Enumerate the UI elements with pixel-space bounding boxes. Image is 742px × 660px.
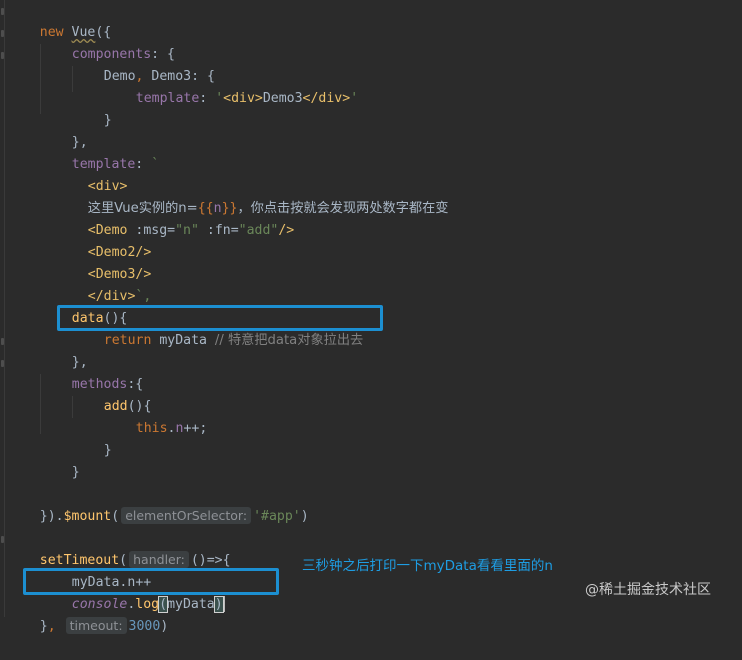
code-line: }, timeout: 3000) bbox=[8, 594, 168, 634]
highlight-box-console-log bbox=[23, 568, 279, 595]
code-line: <Demo3/> bbox=[56, 242, 152, 282]
html-tag: /> bbox=[278, 223, 295, 238]
punctuation: } bbox=[103, 113, 112, 128]
arrow-function: ()=>{ bbox=[190, 553, 231, 568]
code-line: }).$mount(elementOrSelector: '#app') bbox=[8, 484, 309, 524]
fold-marker[interactable] bbox=[1, 360, 4, 367]
matched-paren-close: ) bbox=[213, 596, 224, 613]
punctuation: ) bbox=[160, 619, 169, 634]
punctuation: : bbox=[199, 91, 216, 106]
code-line: template: '<div>Demo3</div>' bbox=[104, 66, 358, 106]
parameter-hint: timeout: bbox=[65, 617, 127, 634]
fold-marker[interactable] bbox=[1, 338, 4, 345]
code-line: } bbox=[72, 88, 112, 128]
parameter-hint: elementOrSelector: bbox=[121, 507, 252, 524]
text-cursor bbox=[222, 596, 225, 612]
string-app: '#app' bbox=[253, 509, 301, 524]
code-line: 这里Vue实例的n={{n}}，你点击按就会发现两处数字都在变 bbox=[56, 176, 449, 216]
watermark: @稀土掘金技术社区 bbox=[585, 582, 711, 598]
punctuation: , bbox=[47, 619, 64, 634]
keyword-this: this bbox=[135, 421, 168, 436]
punctuation: : bbox=[135, 157, 152, 172]
code-line: <Demo :msg="n" :fn="add"/> bbox=[56, 198, 294, 238]
code-line: }, bbox=[40, 330, 88, 370]
punctuation: }) bbox=[39, 509, 56, 524]
html-tag: </div> bbox=[302, 91, 351, 106]
html-text: Demo3 bbox=[262, 91, 303, 106]
keyword-return: return bbox=[103, 333, 160, 348]
punctuation: ( bbox=[111, 509, 120, 524]
html-attribute: :fn= bbox=[198, 223, 239, 238]
method-mount: $mount bbox=[63, 509, 112, 524]
template-literal-end: `, bbox=[135, 289, 152, 304]
code-line: new Vue({ bbox=[8, 0, 111, 40]
html-tag: <div> bbox=[223, 91, 263, 106]
code-line: <div> bbox=[56, 154, 128, 194]
punctuation: ++; bbox=[183, 421, 208, 436]
punctuation: } bbox=[39, 619, 48, 634]
attribute-value: "add" bbox=[238, 223, 279, 238]
fold-marker[interactable] bbox=[1, 52, 4, 59]
punctuation: ) bbox=[300, 509, 309, 524]
code-line: } bbox=[72, 418, 112, 458]
code-line: template: ` bbox=[40, 132, 159, 172]
editor-gutter bbox=[0, 0, 5, 617]
attribute-value: "n" bbox=[175, 223, 199, 238]
code-line: components: { bbox=[40, 22, 175, 62]
punctuation: . bbox=[55, 509, 64, 524]
comment: // 特意把data对象拉出去 bbox=[214, 333, 364, 348]
identifier-mydata: myData bbox=[159, 333, 215, 348]
highlight-box-return bbox=[57, 305, 383, 331]
string-quote: ' bbox=[350, 91, 359, 106]
code-line: Demo, Demo3: { bbox=[72, 44, 215, 84]
code-line: this.n++; bbox=[104, 396, 208, 436]
code-line: setTimeout(handler: ()=>{ bbox=[8, 528, 231, 568]
fold-marker[interactable] bbox=[1, 536, 4, 543]
code-line: add(){ bbox=[72, 374, 152, 414]
fold-marker[interactable] bbox=[1, 8, 4, 15]
code-line: methods:{ bbox=[40, 352, 143, 392]
code-line: </div>`, bbox=[56, 264, 152, 304]
annotation-text: 三秒钟之后打印一下myData看看里面的n bbox=[302, 558, 553, 574]
identifier-mydata: myData bbox=[167, 597, 215, 612]
fold-marker[interactable] bbox=[1, 30, 4, 37]
property-template: template bbox=[135, 91, 200, 106]
template-literal-quote: ` bbox=[151, 157, 160, 172]
punctuation: } bbox=[103, 443, 112, 458]
code-line: } bbox=[40, 440, 80, 480]
number-timeout: 3000 bbox=[128, 619, 161, 634]
code-line: }, bbox=[40, 110, 88, 150]
code-line: <Demo2/> bbox=[56, 220, 152, 260]
punctuation: } bbox=[71, 465, 80, 480]
string-quote: ' bbox=[215, 91, 224, 106]
